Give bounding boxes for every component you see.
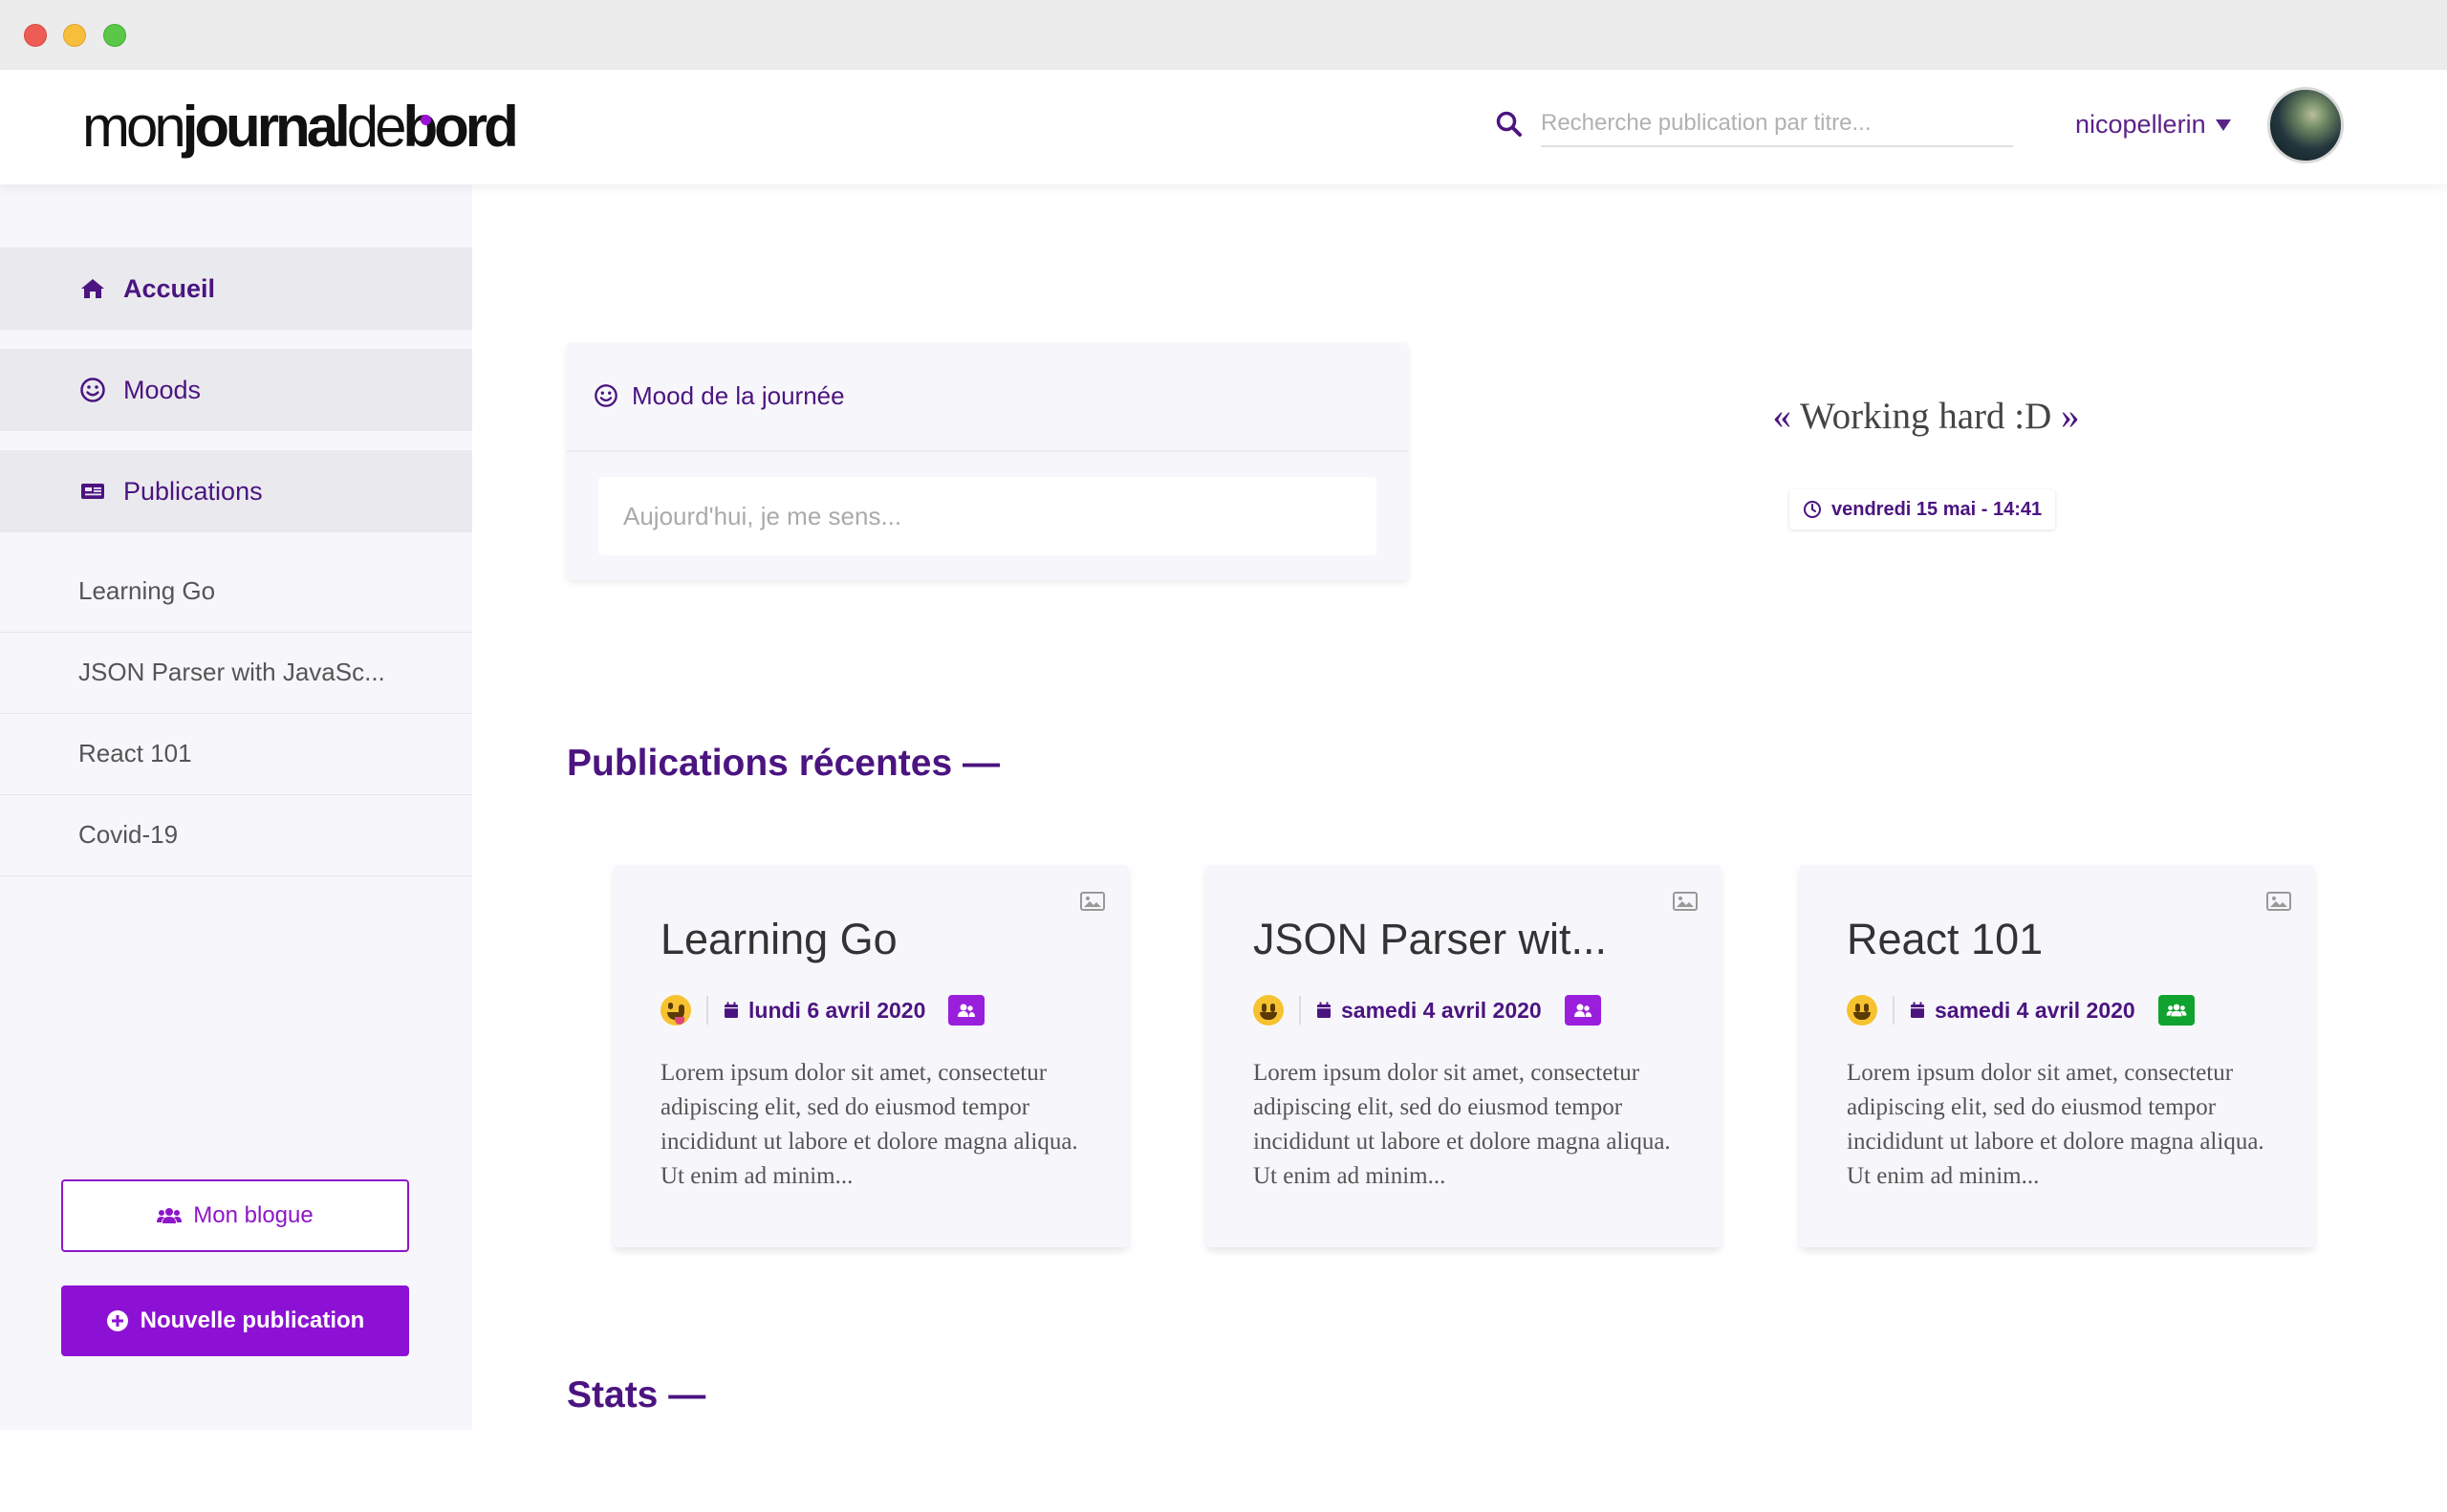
- divider: [706, 996, 708, 1025]
- smile-icon: [78, 376, 107, 404]
- stats-heading: Stats —: [567, 1374, 706, 1415]
- zany-face-emoji-icon: [660, 995, 691, 1026]
- new-publication-button[interactable]: Nouvelle publication: [61, 1285, 409, 1356]
- logo-part-de: de: [346, 95, 407, 159]
- divider: [1893, 996, 1895, 1025]
- mood-card-title: Mood de la journée: [632, 381, 845, 410]
- grinning-face-emoji-icon: [1253, 995, 1284, 1026]
- publication-card-meta: samedi 4 avril 2020: [1253, 993, 1601, 1027]
- quote-open-mark: «: [1772, 396, 1791, 437]
- image-icon[interactable]: [1080, 892, 1105, 911]
- publication-link-label: JSON Parser with JavaSc...: [78, 658, 385, 686]
- sidebar-item-label: Accueil: [123, 273, 216, 303]
- window-titlebar: [0, 0, 2447, 70]
- search-icon: [1496, 111, 1522, 137]
- mood-card: Mood de la journée: [567, 343, 1408, 580]
- username-menu[interactable]: nicopellerin: [2075, 110, 2206, 140]
- sidebar-item-label: Moods: [123, 375, 202, 404]
- maximize-window-button[interactable]: [103, 24, 126, 47]
- mood-date-text: vendredi 15 mai - 14:41: [1831, 498, 2043, 520]
- visibility-badge: [1564, 995, 1601, 1026]
- image-icon[interactable]: [1673, 892, 1698, 911]
- smile-icon: [595, 384, 617, 407]
- visibility-badge: [948, 995, 985, 1026]
- top-header: monjournaldebord nicopellerin: [0, 70, 2447, 184]
- users-icon: [2166, 1004, 2187, 1017]
- grinning-face-emoji-icon: [1847, 995, 1877, 1026]
- publication-card-title: JSON Parser wit...: [1253, 915, 1608, 963]
- sidebar-item-publications[interactable]: Publications: [0, 450, 472, 532]
- avatar[interactable]: [2267, 87, 2344, 163]
- publication-excerpt: Lorem ipsum dolor sit amet, consectetur …: [660, 1060, 1078, 1189]
- quote-close-mark: »: [2061, 396, 2080, 437]
- plus-circle-icon: [106, 1310, 128, 1331]
- logo-part-bord: bord: [402, 95, 518, 159]
- publication-link-label: Learning Go: [78, 576, 216, 605]
- close-window-button[interactable]: [24, 24, 47, 47]
- home-icon: [78, 274, 107, 303]
- mood-card-header: Mood de la journée: [567, 343, 1408, 452]
- publication-date: samedi 4 avril 2020: [1341, 997, 1542, 1023]
- logo-part-mon: mon: [82, 95, 186, 159]
- publication-link-label: React 101: [78, 739, 192, 767]
- newspaper-icon: [78, 477, 107, 506]
- user-friends-icon: [958, 1004, 976, 1017]
- publication-card-meta: lundi 6 avril 2020: [660, 993, 985, 1027]
- publication-excerpt: Lorem ipsum dolor sit amet, consectetur …: [1847, 1060, 2264, 1189]
- divider: [1299, 996, 1301, 1025]
- sidebar-publication-item[interactable]: JSON Parser with JavaSc...: [0, 633, 472, 714]
- publication-card[interactable]: React 101 samedi 4 avril 2020 Lorem ipsu…: [1800, 865, 2314, 1247]
- my-blog-label: Mon blogue: [193, 1202, 314, 1228]
- mood-quote-text: Working hard :D: [1799, 396, 2052, 437]
- calendar-icon: [1317, 1002, 1331, 1018]
- user-friends-icon: [1573, 1004, 1592, 1017]
- calendar-icon: [1911, 1002, 1924, 1018]
- logo-part-journal: journal: [182, 95, 351, 159]
- publication-date: lundi 6 avril 2020: [748, 997, 926, 1023]
- publication-date: samedi 4 avril 2020: [1935, 997, 2135, 1023]
- clock-icon: [1804, 501, 1821, 518]
- sidebar-item-label: Publications: [123, 476, 263, 506]
- sidebar-item-moods[interactable]: Moods: [0, 349, 472, 431]
- recent-publications-heading: Publications récentes —: [567, 743, 1000, 784]
- users-icon: [157, 1208, 183, 1223]
- window-bottom-edge: [0, 1430, 2447, 1512]
- publication-card[interactable]: Learning Go lundi 6 avril 2020 Lorem ips…: [614, 865, 1128, 1247]
- publication-card[interactable]: JSON Parser wit... samedi 4 avril 2020 L…: [1206, 865, 1721, 1247]
- publication-excerpt: Lorem ipsum dolor sit amet, consectetur …: [1253, 1060, 1671, 1189]
- mood-input[interactable]: [598, 477, 1376, 555]
- calendar-icon: [725, 1002, 738, 1018]
- logo-dot: [421, 115, 431, 125]
- sidebar-item-accueil[interactable]: Accueil: [0, 248, 472, 330]
- publication-card-title: React 101: [1847, 915, 2044, 963]
- chevron-down-icon[interactable]: [2216, 119, 2231, 131]
- publication-card-meta: samedi 4 avril 2020: [1847, 993, 2195, 1027]
- image-icon[interactable]: [2266, 892, 2291, 911]
- sidebar-publication-item[interactable]: Learning Go: [0, 551, 472, 633]
- publication-link-label: Covid-19: [78, 820, 179, 849]
- minimize-window-button[interactable]: [63, 24, 86, 47]
- mood-quote: « Working hard :D »: [1529, 395, 2323, 438]
- sidebar: Accueil Moods Publications Learning Go J…: [0, 184, 472, 1430]
- sidebar-publication-item[interactable]: React 101: [0, 714, 472, 795]
- search-input[interactable]: [1541, 101, 2013, 147]
- visibility-badge: [2157, 995, 2195, 1026]
- mood-date-chip: vendredi 15 mai - 14:41: [1789, 489, 2056, 529]
- logo[interactable]: monjournaldebord: [82, 91, 519, 163]
- my-blog-button[interactable]: Mon blogue: [61, 1179, 409, 1252]
- new-publication-label: Nouvelle publication: [140, 1307, 365, 1333]
- publication-card-title: Learning Go: [660, 915, 898, 963]
- sidebar-publication-item[interactable]: Covid-19: [0, 795, 472, 876]
